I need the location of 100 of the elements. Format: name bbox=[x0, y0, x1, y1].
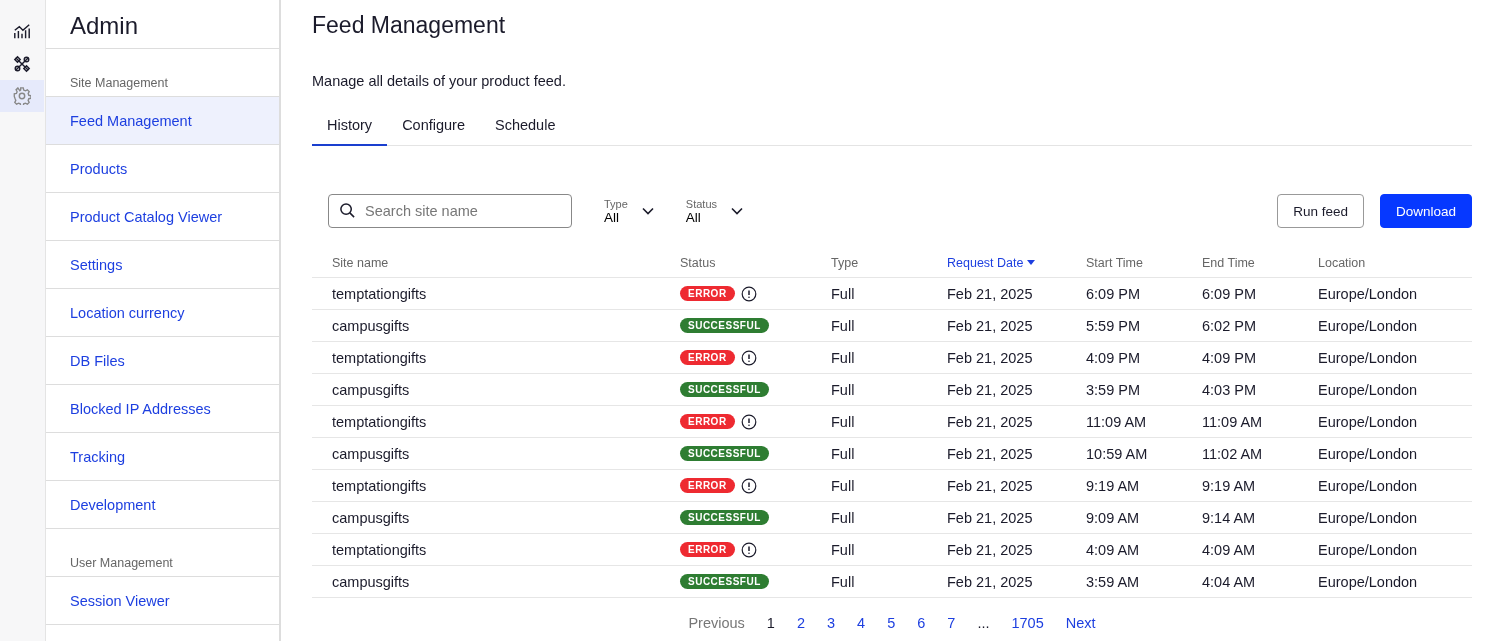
table-cell: Full bbox=[831, 317, 855, 334]
status-badge: ERROR bbox=[680, 350, 735, 365]
table-cell: Europe/London bbox=[1318, 349, 1418, 366]
table-cell: 4:04 AM bbox=[1202, 573, 1256, 590]
table-cell: Full bbox=[831, 573, 855, 590]
exclamation-circle-icon[interactable] bbox=[740, 349, 757, 366]
column-header: Start Time bbox=[1086, 255, 1143, 270]
table-cell: 11:02 AM bbox=[1202, 445, 1263, 462]
page-link[interactable]: 3 bbox=[819, 615, 844, 631]
status-badge: SUCCESSFUL bbox=[680, 574, 769, 589]
sidebar-item[interactable]: Product Catalog Viewer bbox=[46, 193, 279, 241]
table-cell: 9:19 AM bbox=[1202, 477, 1256, 494]
run-feed-button[interactable]: Run feed bbox=[1277, 194, 1364, 228]
search-field[interactable]: Search site name bbox=[328, 194, 572, 228]
sidebar-item[interactable]: Feed Management bbox=[46, 97, 279, 145]
table-cell: Full bbox=[831, 349, 855, 366]
filter-label: Status bbox=[685, 197, 718, 210]
table-cell: Europe/London bbox=[1318, 445, 1418, 462]
chart-icon bbox=[13, 23, 31, 41]
status-badge: ERROR bbox=[680, 542, 735, 557]
filter-value: All bbox=[685, 209, 702, 225]
sidebar-item[interactable]: Session Viewer bbox=[46, 577, 279, 625]
exclamation-circle-icon[interactable] bbox=[740, 477, 757, 494]
table-cell: 4:09 PM bbox=[1086, 349, 1140, 366]
sidebar-item[interactable]: Development bbox=[46, 481, 279, 529]
table-cell: Feb 21, 2025 bbox=[947, 509, 1033, 526]
table-cell: temptationgifts bbox=[332, 541, 427, 558]
chevron-down-icon bbox=[731, 207, 744, 215]
exclamation-circle-icon[interactable] bbox=[740, 413, 757, 430]
table-cell: 6:09 PM bbox=[1086, 285, 1140, 302]
next-link[interactable]: Next bbox=[1057, 615, 1104, 631]
table-cell: Europe/London bbox=[1318, 285, 1418, 302]
table-cell: 4:09 AM bbox=[1202, 541, 1256, 558]
page-link[interactable]: 1 bbox=[758, 615, 783, 631]
page-title: Feed Management bbox=[312, 12, 507, 39]
table-cell: 9:19 AM bbox=[1086, 477, 1140, 494]
status-badge: ERROR bbox=[680, 414, 735, 429]
table-cell: 4:03 PM bbox=[1202, 381, 1256, 398]
table-cell: temptationgifts bbox=[332, 477, 427, 494]
page-link[interactable]: 2 bbox=[788, 615, 813, 631]
download-button[interactable]: Download bbox=[1379, 194, 1472, 228]
table-cell: temptationgifts bbox=[332, 349, 427, 366]
exclamation-circle-icon[interactable] bbox=[740, 285, 757, 302]
filter-dropdown[interactable]: Type All bbox=[604, 197, 654, 225]
table-cell: Full bbox=[831, 413, 855, 430]
table-cell: campusgifts bbox=[332, 317, 410, 334]
table-cell: Europe/London bbox=[1318, 509, 1418, 526]
sidebar-item[interactable]: Tracking bbox=[46, 433, 279, 481]
page-link[interactable]: 6 bbox=[909, 615, 934, 631]
table-cell: Feb 21, 2025 bbox=[947, 413, 1033, 430]
table-cell: Full bbox=[831, 541, 855, 558]
table-cell: 3:59 AM bbox=[1086, 573, 1140, 590]
status-badge: SUCCESSFUL bbox=[680, 382, 769, 397]
sidebar-item[interactable]: Blocked IP Addresses bbox=[46, 385, 279, 433]
tools-icon bbox=[13, 55, 31, 73]
table-cell: Feb 21, 2025 bbox=[947, 381, 1033, 398]
status-badge: SUCCESSFUL bbox=[680, 510, 769, 525]
filter-value: All bbox=[604, 209, 619, 225]
section-label: User Management bbox=[46, 529, 279, 577]
column-header: Location bbox=[1318, 255, 1366, 270]
status-badge: SUCCESSFUL bbox=[680, 446, 769, 461]
table-cell: Feb 21, 2025 bbox=[947, 445, 1033, 462]
exclamation-circle-icon[interactable] bbox=[740, 541, 757, 558]
page-link[interactable]: 7 bbox=[939, 615, 964, 631]
table-cell: 11:09 AM bbox=[1086, 413, 1147, 430]
table-cell: Europe/London bbox=[1318, 541, 1418, 558]
table-cell: Europe/London bbox=[1318, 381, 1418, 398]
sidebar-item[interactable]: Location currency bbox=[46, 289, 279, 337]
settings-icon bbox=[13, 87, 31, 105]
table-cell: Europe/London bbox=[1318, 413, 1418, 430]
column-header: Type bbox=[831, 255, 859, 270]
table-cell: campusgifts bbox=[332, 573, 410, 590]
table-cell: campusgifts bbox=[332, 445, 410, 462]
tab[interactable]: Configure bbox=[387, 109, 480, 146]
column-header: End Time bbox=[1202, 255, 1255, 270]
column-header: Site name bbox=[332, 255, 389, 270]
table-cell: temptationgifts bbox=[332, 285, 427, 302]
sort-down-icon bbox=[1027, 260, 1036, 265]
table-cell: Full bbox=[831, 509, 855, 526]
table-cell: 6:02 PM bbox=[1202, 317, 1256, 334]
page-link[interactable]: 1705 bbox=[1003, 615, 1052, 631]
table-cell: 3:59 PM bbox=[1086, 381, 1140, 398]
tab[interactable]: Schedule bbox=[480, 109, 571, 146]
sidebar-item[interactable]: Settings bbox=[46, 241, 279, 289]
page-link[interactable]: 4 bbox=[849, 615, 874, 631]
table-cell: Europe/London bbox=[1318, 317, 1418, 334]
table-cell: 5:59 PM bbox=[1086, 317, 1140, 334]
filter-dropdown[interactable]: Status All bbox=[685, 197, 744, 225]
table-cell: 4:09 AM bbox=[1086, 541, 1140, 558]
table-cell: Full bbox=[831, 445, 855, 462]
sidebar-item[interactable]: DB Files bbox=[46, 337, 279, 385]
chevron-down-icon bbox=[641, 207, 654, 215]
tab[interactable]: History bbox=[312, 109, 388, 146]
column-header[interactable]: Request Date bbox=[947, 255, 1036, 270]
table-cell: Feb 21, 2025 bbox=[947, 477, 1033, 494]
table-cell: campusgifts bbox=[332, 381, 410, 398]
table-cell: Feb 21, 2025 bbox=[947, 285, 1033, 302]
sidebar-item[interactable]: Products bbox=[46, 145, 279, 193]
table-cell: 9:09 AM bbox=[1086, 509, 1140, 526]
page-link[interactable]: 5 bbox=[879, 615, 904, 631]
